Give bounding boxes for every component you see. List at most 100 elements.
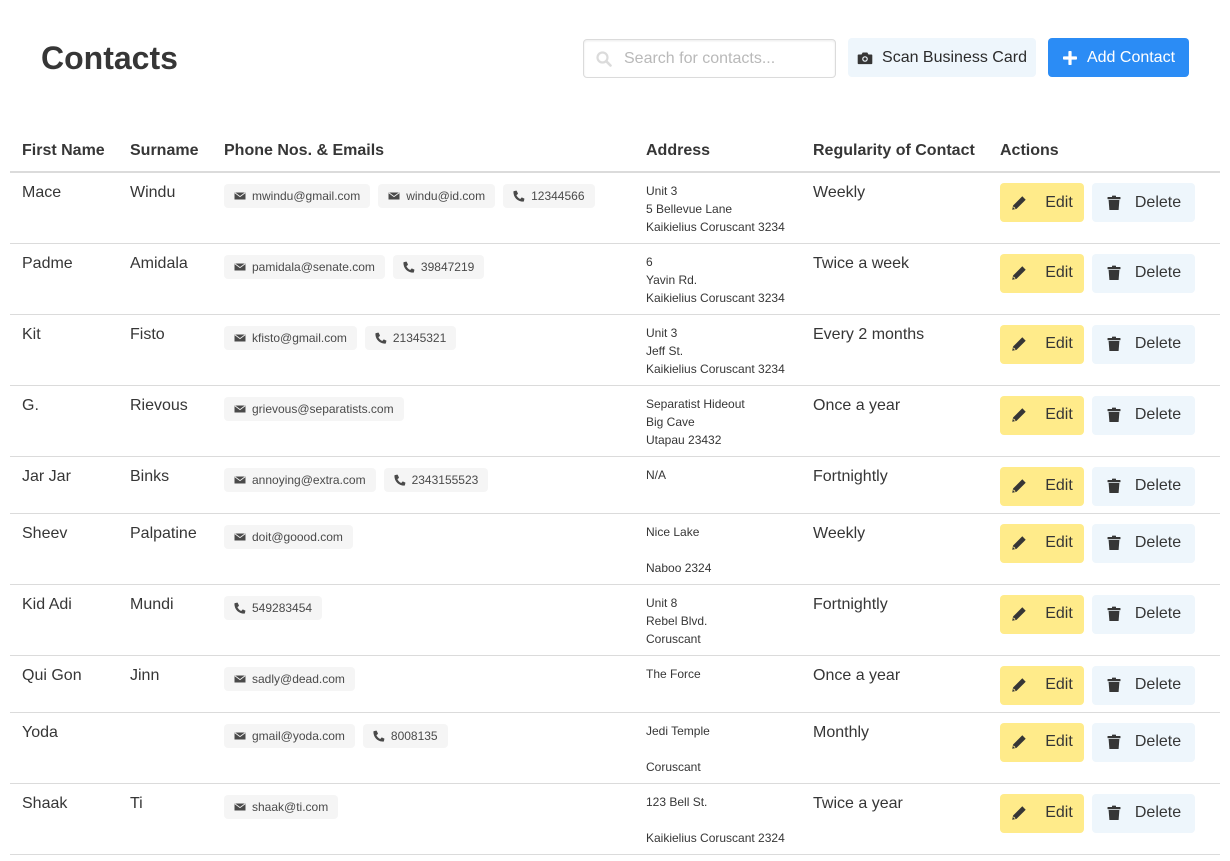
surname-cell: Palpatine [118, 513, 212, 585]
delete-label: Delete [1134, 676, 1182, 693]
address: The Force [646, 665, 789, 683]
trash-icon [1107, 195, 1121, 210]
trash-icon [1107, 407, 1121, 422]
email-tag[interactable]: annoying@extra.com [224, 467, 376, 492]
email-tag[interactable]: mwindu@gmail.com [224, 184, 371, 208]
email-tag[interactable]: shaak@ti.com [224, 794, 339, 819]
phone-text: 8008135 [390, 728, 438, 743]
search-input[interactable] [624, 40, 829, 77]
search-box[interactable] [583, 39, 836, 78]
delete-button[interactable]: Delete [1092, 594, 1195, 634]
contact-details-cell: sadly@dead.com [212, 655, 634, 713]
delete-button[interactable]: Delete [1092, 324, 1195, 364]
address-line: Separatist Hideout [646, 396, 745, 411]
add-contact-button[interactable]: Add Contact [1048, 38, 1189, 77]
edit-button[interactable]: Edit [1000, 594, 1084, 634]
regularity-cell: Fortnightly [801, 456, 988, 514]
email-tag[interactable]: windu@id.com [378, 184, 496, 208]
delete-button[interactable]: Delete [1092, 523, 1195, 563]
scan-business-card-button[interactable]: Scan Business Card [848, 38, 1036, 77]
search-icon [596, 51, 612, 67]
regularity-cell: Once a year [801, 385, 988, 457]
actions-cell: Edit Delete [988, 513, 1220, 585]
delete-button[interactable]: Delete [1092, 253, 1195, 293]
first-name: Padme [22, 254, 73, 272]
address: Unit 8 Rebel Blvd. Coruscant [646, 594, 789, 648]
actions-cell: Edit Delete [988, 314, 1220, 386]
table-row: Mace Windu mwindu@gmail.com windu@id.com 1… [10, 172, 1220, 244]
pencil-icon [1012, 408, 1026, 422]
address-line: Rebel Blvd. [646, 613, 708, 628]
phone-tag[interactable]: 549283454 [224, 595, 323, 620]
surname: Mundi [130, 595, 174, 613]
delete-button[interactable]: Delete [1092, 183, 1195, 222]
edit-button[interactable]: Edit [1000, 665, 1084, 705]
regularity-cell: Twice a week [801, 243, 988, 315]
surname: Windu [130, 184, 176, 201]
delete-button[interactable]: Delete [1092, 665, 1195, 705]
edit-button[interactable]: Edit [1000, 793, 1084, 833]
address-cell: Jedi Temple Coruscant [634, 712, 801, 784]
edit-button[interactable]: Edit [1000, 395, 1084, 435]
phone-tag[interactable]: 8008135 [362, 723, 448, 748]
email-tag[interactable]: sadly@dead.com [224, 666, 355, 691]
email-tag[interactable]: grievous@separatists.com [224, 396, 404, 421]
delete-button[interactable]: Delete [1092, 466, 1195, 506]
camera-icon [857, 52, 873, 64]
surname: Palpatine [130, 524, 197, 542]
edit-button[interactable]: Edit [1000, 253, 1084, 293]
phone-tag[interactable]: 2343155523 [383, 467, 489, 492]
address-cell: Separatist Hideout Big Cave Utapau 23432 [634, 385, 801, 457]
address-line: Kaikielius Coruscant 2324 [646, 830, 785, 845]
first-name: Sheev [22, 524, 68, 542]
edit-button[interactable]: Edit [1000, 722, 1084, 762]
address: Nice Lake Naboo 2324 [646, 523, 789, 577]
phone-text: 2343155523 [411, 472, 479, 487]
address-line: Naboo 2324 [646, 560, 712, 575]
page-title: Contacts [41, 40, 178, 76]
regularity-cell: Weekly [801, 513, 988, 585]
email-text: kfisto@gmail.com [252, 330, 347, 345]
contacts-page: Contacts Scan Business Card Add Contact … [0, 0, 1230, 861]
email-tag[interactable]: gmail@yoda.com [224, 723, 355, 748]
address-line: Nice Lake [646, 524, 700, 539]
address: Unit 3 Jeff St. Kaikielius Coruscant 3234 [646, 324, 789, 378]
phone-tag[interactable]: 12344566 [503, 184, 595, 208]
contact-tags: grievous@separatists.com [224, 396, 622, 421]
edit-button[interactable]: Edit [1000, 324, 1084, 364]
edit-label: Edit [1045, 605, 1073, 622]
pencil-icon [1012, 806, 1026, 820]
first-name: G. [22, 396, 39, 414]
first-name-cell: Padme [10, 243, 118, 315]
surname-cell: Windu [118, 172, 212, 244]
address-cell: Unit 8 Rebel Blvd. Coruscant [634, 584, 801, 656]
trash-icon [1107, 336, 1121, 351]
envelope-icon [234, 674, 246, 682]
edit-label: Edit [1045, 676, 1073, 693]
delete-button[interactable]: Delete [1092, 722, 1195, 762]
delete-label: Delete [1134, 804, 1182, 821]
regularity-cell: Monthly [801, 712, 988, 784]
address-cell: The Force [634, 655, 801, 713]
phone-tag[interactable]: 39847219 [392, 254, 485, 279]
delete-button[interactable]: Delete [1092, 793, 1195, 833]
edit-button[interactable]: Edit [1000, 523, 1084, 563]
phone-text: 21345321 [392, 330, 447, 345]
edit-button[interactable]: Edit [1000, 183, 1084, 222]
address-line: N/A [646, 467, 667, 482]
delete-button[interactable]: Delete [1092, 395, 1195, 435]
table-row: Sheev Palpatine doit@goood.com Nice Lake… [10, 513, 1220, 585]
contact-tags: doit@goood.com [224, 524, 622, 549]
trash-icon [1107, 478, 1121, 493]
first-name-cell: Kit [10, 314, 118, 386]
email-tag[interactable]: kfisto@gmail.com [224, 325, 357, 350]
surname-cell: Rievous [118, 385, 212, 457]
contact-details-cell: gmail@yoda.com 8008135 [212, 712, 634, 784]
email-tag[interactable]: pamidala@senate.com [224, 254, 385, 279]
edit-button[interactable]: Edit [1000, 466, 1084, 506]
surname: Binks [130, 467, 170, 485]
contact-tags: 549283454 [224, 595, 622, 620]
regularity: Weekly [813, 184, 866, 201]
phone-tag[interactable]: 21345321 [364, 325, 457, 350]
email-tag[interactable]: doit@goood.com [224, 524, 353, 549]
